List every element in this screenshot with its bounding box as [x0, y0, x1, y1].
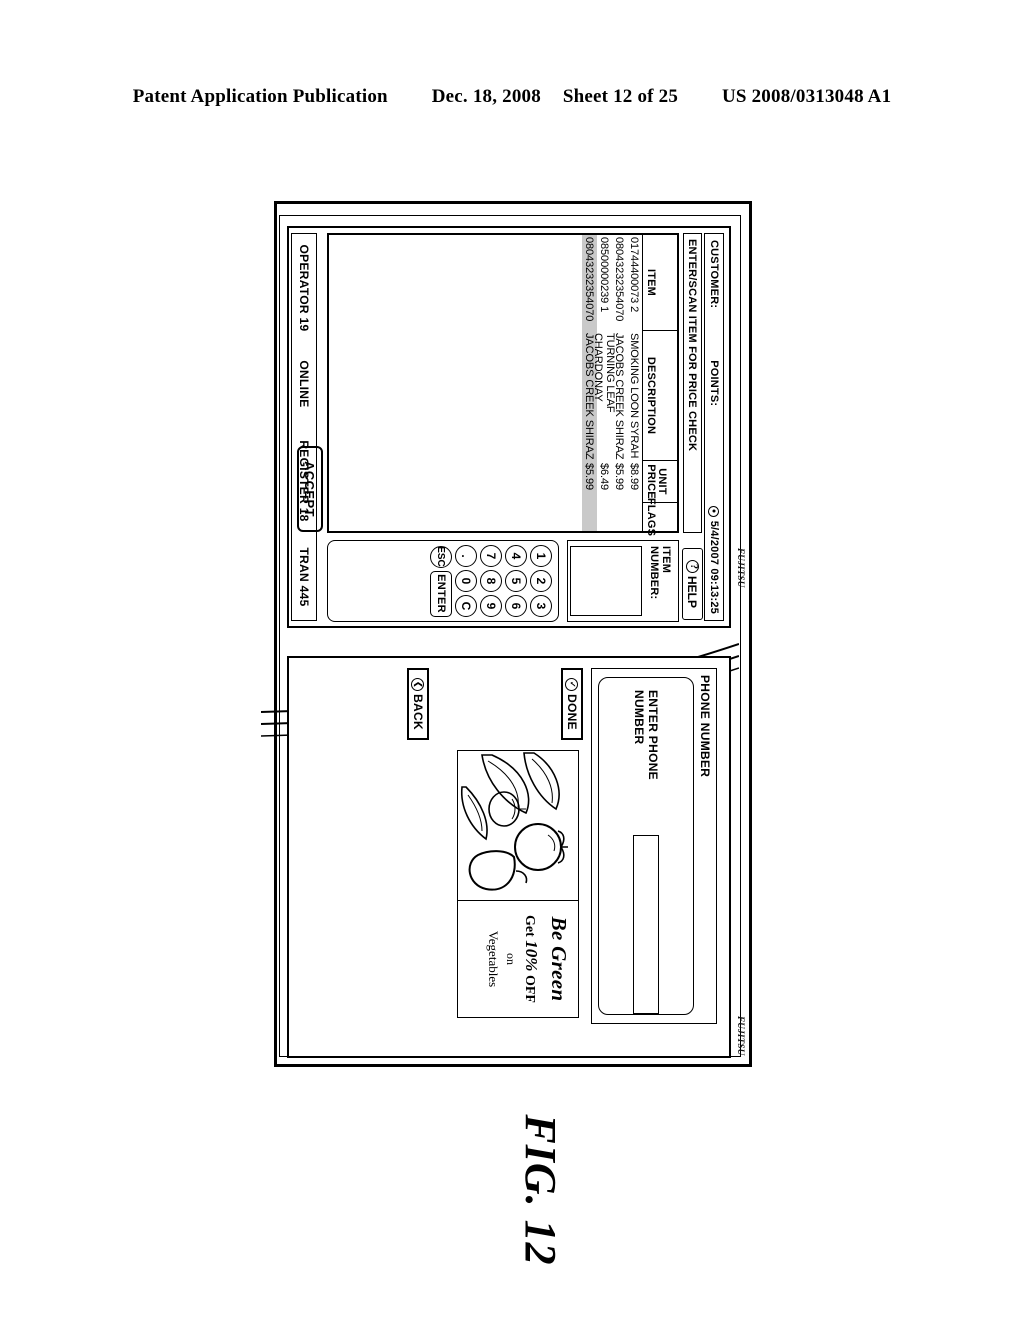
ad-offer-suffix: OFF — [522, 971, 537, 1003]
item-number-label: ITEM NUMBER: — [648, 546, 672, 600]
help-button-label: HELP — [685, 575, 700, 608]
keypad-row: 7 8 9 — [480, 545, 502, 617]
table-row-selected[interactable]: 08043232354070 JACOBS CREEK SHIRAZ $5.99 — [582, 235, 597, 531]
key-enter[interactable]: ENTER — [430, 570, 452, 617]
phone-panel-title: PHONE NUMBER — [698, 675, 712, 778]
operator-screen: CUSTOMER: POINTS: 5/4/2007 09:13:25 ENTE… — [287, 226, 731, 628]
item-number-panel: ITEM NUMBER: — [567, 540, 679, 622]
datetime-text: 5/4/2007 09:13:25 — [708, 520, 720, 614]
column-header-unit-price: UNIT PRICE — [643, 461, 677, 503]
key-7[interactable]: 7 — [480, 545, 502, 567]
figure-canvas: FIG. 12 FUJITSU FUJITSU CUSTOMER: POINTS… — [261, 195, 762, 1285]
phone-number-input[interactable] — [633, 835, 659, 1014]
column-header-flags: FLAGS — [645, 497, 657, 537]
cell-unit-price: $5.99 — [583, 463, 596, 491]
keypad-row: 4 5 6 — [505, 545, 527, 617]
keypad-row: 1 2 3 — [530, 545, 552, 617]
key-clear[interactable]: C — [455, 595, 477, 617]
key-1[interactable]: 1 — [530, 545, 552, 567]
ad-offer-connector: on — [504, 953, 518, 965]
prompt-bar: ENTER/SCAN ITEM FOR PRICE CHECK — [683, 233, 702, 533]
cell-description: JACOBS CREEK SHIRAZ — [583, 333, 596, 460]
keypad-row: ESC ENTER — [430, 545, 452, 617]
key-esc[interactable]: ESC — [430, 545, 452, 568]
operator-status-bar: OPERATOR 19 ONLINE REGISTER 18 TRAN 445 — [291, 233, 317, 621]
key-4[interactable]: 4 — [505, 545, 527, 567]
cell-unit-price: $5.99 — [613, 463, 626, 491]
cell-item: 01744400073 2 — [628, 237, 641, 313]
key-0[interactable]: 0 — [455, 570, 477, 592]
ad-offer-prefix: Get — [522, 915, 537, 941]
patent-sheet-header: Patent Application Publication Dec. 18, … — [0, 86, 1024, 108]
item-table-body: 01744400073 2 SMOKING LOON SYRAH $8.99 0… — [582, 235, 642, 531]
chevron-left-circle-icon: ❮ — [411, 678, 425, 692]
advertisement-text: Be Green Get 10% OFF on Vegetables — [458, 901, 578, 1017]
question-mark-icon: ? — [686, 559, 699, 573]
vegetables-photo — [458, 751, 578, 901]
sheet-number: Sheet 12 of 25 — [562, 86, 679, 107]
item-table-header-row: ITEM DESCRIPTION UNIT PRICE FLAGS — [642, 235, 677, 537]
phone-entry-card: ENTER PHONE NUMBER — [598, 677, 694, 1015]
key-3[interactable]: 3 — [530, 595, 552, 617]
status-connection: ONLINE — [297, 360, 311, 408]
key-2[interactable]: 2 — [530, 570, 552, 592]
ad-offer-line: Get 10% OFF — [521, 905, 541, 1013]
key-9[interactable]: 9 — [480, 595, 502, 617]
fujitsu-logo-operator: FUJITSU — [736, 548, 746, 588]
help-button[interactable]: ? HELP — [682, 548, 703, 620]
figure-rotation-wrapper: FIG. 12 FUJITSU FUJITSU CUSTOMER: POINTS… — [261, 195, 762, 1285]
back-button-label: BACK — [411, 694, 425, 730]
column-header-price: PRICE — [645, 464, 657, 499]
fujitsu-logo-customer: FUJITSU — [736, 1016, 746, 1056]
publication-label: Patent Application Publication — [132, 86, 388, 107]
key-6[interactable]: 6 — [505, 595, 527, 617]
cell-description: SMOKING LOON SYRAH — [628, 333, 641, 459]
cell-unit-price: $6.49 — [598, 463, 611, 491]
points-label: POINTS: — [708, 360, 720, 407]
publication-date: Dec. 18, 2008 — [431, 86, 541, 107]
column-header-unit: UNIT — [656, 468, 668, 495]
clock-display: 5/4/2007 09:13:25 — [708, 505, 720, 614]
operator-top-status-strip: CUSTOMER: POINTS: 5/4/2007 09:13:25 — [704, 233, 724, 621]
table-row[interactable]: 08500000239 1 TURNING LEAF CHARDONAY $6.… — [593, 235, 617, 531]
phone-entry-label: ENTER PHONE NUMBER — [632, 690, 660, 780]
entry-pad: ITEM NUMBER: 1 2 3 4 5 6 7 8 9 . 0 C ESC… — [327, 540, 679, 622]
key-5[interactable]: 5 — [505, 570, 527, 592]
item-table[interactable]: ITEM DESCRIPTION UNIT PRICE FLAGS 017444… — [327, 233, 679, 537]
column-header-description: DESCRIPTION — [643, 331, 677, 461]
column-header-item: ITEM — [643, 235, 677, 331]
key-decimal[interactable]: . — [455, 545, 477, 567]
advertisement-tile[interactable]: Be Green Get 10% OFF on Vegetables — [457, 750, 579, 1018]
back-button[interactable]: ❮ BACK — [407, 668, 429, 740]
pos-terminal-housing: FUJITSU FUJITSU CUSTOMER: POINTS: 5/4/20… — [261, 201, 752, 1067]
cell-item: 08500000239 1 — [598, 237, 611, 313]
done-button-label: DONE — [565, 694, 579, 730]
check-circle-icon: ✓ — [565, 678, 579, 692]
figure-caption: FIG. 12 — [516, 1114, 565, 1266]
ad-offer-category: Vegetables — [486, 930, 501, 988]
status-operator: OPERATOR 19 — [297, 244, 311, 332]
numeric-keypad: 1 2 3 4 5 6 7 8 9 . 0 C ESC ENTER — [327, 540, 559, 622]
patent-number: US 2008/0313048 A1 — [721, 86, 892, 107]
done-button[interactable]: ✓ DONE — [561, 668, 583, 740]
keypad-row: . 0 C — [455, 545, 477, 617]
status-transaction: TRAN 445 — [297, 547, 311, 607]
phone-number-panel: PHONE NUMBER ENTER PHONE NUMBER — [591, 668, 717, 1024]
clock-icon — [708, 505, 720, 517]
ad-brand-name: Be Green — [547, 916, 571, 1002]
ad-offer-value: 10% — [522, 940, 541, 972]
table-row[interactable]: 01744400073 2 SMOKING LOON SYRAH $8.99 — [627, 235, 642, 531]
key-8[interactable]: 8 — [480, 570, 502, 592]
item-number-input[interactable] — [570, 546, 642, 616]
customer-label: CUSTOMER: — [708, 240, 720, 309]
customer-display-screen: PHONE NUMBER ENTER PHONE NUMBER ✓ DONE ❮… — [287, 656, 731, 1058]
cell-item: 08043232354070 — [583, 237, 596, 322]
vegetables-illustration — [458, 751, 578, 901]
status-register: REGISTER 18 — [297, 440, 311, 522]
cell-item: 08043232354070 — [613, 237, 626, 322]
cell-unit-price: $8.99 — [628, 463, 641, 491]
cell-description: TURNING LEAF CHARDONAY — [592, 333, 617, 413]
